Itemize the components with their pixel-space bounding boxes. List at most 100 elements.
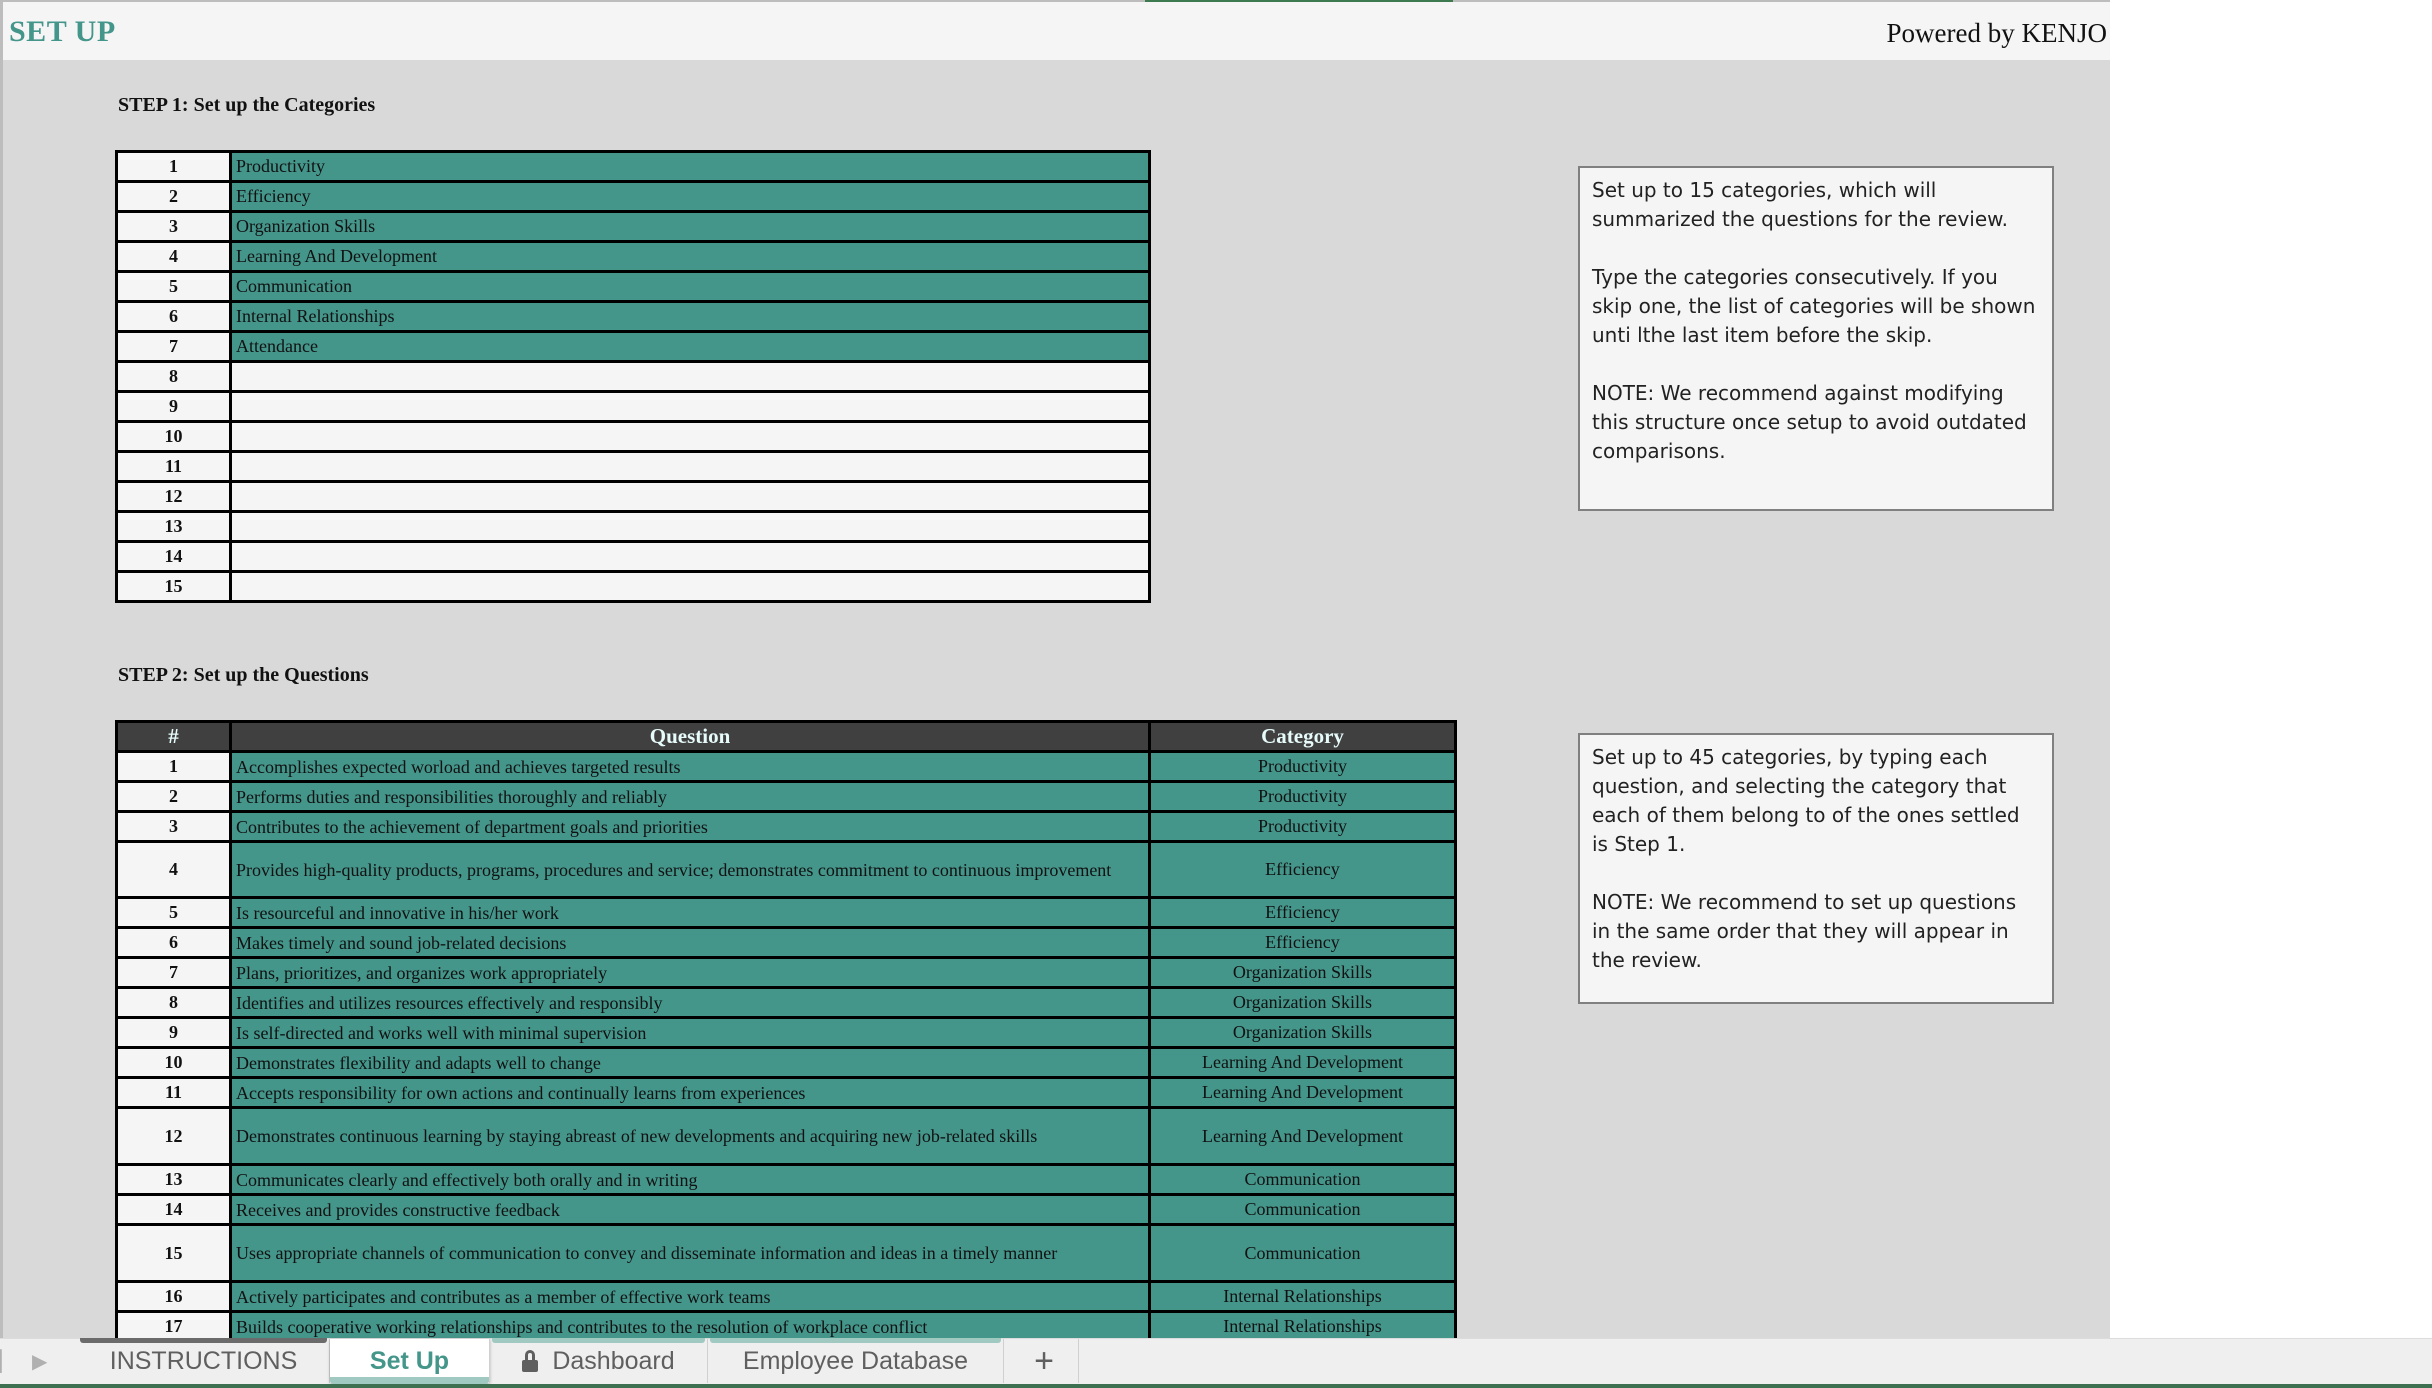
question-text-cell[interactable]: Accepts responsibility for own actions a… — [229, 1076, 1151, 1109]
question-text-cell[interactable]: Builds cooperative working relationships… — [229, 1310, 1151, 1338]
question-category-cell[interactable]: Internal Relationships — [1148, 1280, 1457, 1313]
sheet-tab-instructions[interactable]: INSTRUCTIONS — [78, 1338, 330, 1383]
question-category-cell[interactable]: Learning And Development — [1148, 1076, 1457, 1109]
question-text-cell[interactable]: Accomplishes expected worload and achiev… — [229, 750, 1151, 783]
category-name-cell[interactable] — [229, 480, 1151, 513]
question-number-cell[interactable]: 17 — [115, 1310, 232, 1338]
question-category-cell[interactable]: Communication — [1148, 1223, 1457, 1283]
scroll-tabs-left-icon[interactable]: ▏ — [0, 1349, 15, 1374]
category-name-cell[interactable] — [229, 360, 1151, 393]
spreadsheet-sheet[interactable]: SET UP Powered by KENJO STEP 1: Set up t… — [0, 0, 2110, 1338]
question-text-cell[interactable]: Provides high-quality products, programs… — [229, 840, 1151, 899]
category-name-cell[interactable]: Attendance — [229, 330, 1151, 363]
question-text-cell[interactable]: Uses appropriate channels of communicati… — [229, 1223, 1151, 1283]
category-number-cell[interactable]: 10 — [115, 420, 232, 453]
question-number-cell[interactable]: 12 — [115, 1106, 232, 1166]
category-number-cell[interactable]: 15 — [115, 570, 232, 603]
question-category-cell[interactable]: Communication — [1148, 1193, 1457, 1226]
category-number-cell[interactable]: 11 — [115, 450, 232, 483]
question-category-cell[interactable]: Efficiency — [1148, 840, 1457, 899]
question-text-cell[interactable]: Is self-directed and works well with min… — [229, 1016, 1151, 1049]
question-category-cell[interactable]: Learning And Development — [1148, 1106, 1457, 1166]
question-text-cell[interactable]: Demonstrates flexibility and adapts well… — [229, 1046, 1151, 1079]
question-text-cell[interactable]: Communicates clearly and effectively bot… — [229, 1163, 1151, 1196]
category-name-cell[interactable] — [229, 450, 1151, 483]
question-row: 14 Receives and provides constructive fee… — [115, 1193, 1457, 1226]
question-number-cell[interactable]: 9 — [115, 1016, 232, 1049]
question-number-cell[interactable]: 13 — [115, 1163, 232, 1196]
sheet-tab-dashboard[interactable]: Dashboard — [490, 1338, 708, 1383]
powered-by-label: Powered by KENJO — [1886, 18, 2107, 48]
category-number-cell[interactable]: 1 — [115, 150, 232, 183]
sheet-tab-employee-database[interactable]: Employee Database — [708, 1338, 1004, 1383]
question-number-cell[interactable]: 4 — [115, 840, 232, 899]
category-name-cell[interactable] — [229, 390, 1151, 423]
question-category-cell[interactable]: Organization Skills — [1148, 956, 1457, 989]
question-number-cell[interactable]: 3 — [115, 810, 232, 843]
question-category-cell[interactable]: Learning And Development — [1148, 1046, 1457, 1079]
question-row: 8 Identifies and utilizes resources effec… — [115, 986, 1457, 1019]
category-number-cell[interactable]: 5 — [115, 270, 232, 303]
category-name-cell[interactable] — [229, 420, 1151, 453]
scroll-tabs-right-icon[interactable]: ▶ — [32, 1349, 47, 1374]
step2-note-box: Set up to 45 categories, by typing each … — [1578, 733, 2054, 1004]
question-category-cell[interactable]: Efficiency — [1148, 896, 1457, 929]
category-number-cell[interactable]: 2 — [115, 180, 232, 213]
question-number-cell[interactable]: 15 — [115, 1223, 232, 1283]
question-category-cell[interactable]: Internal Relationships — [1148, 1310, 1457, 1338]
question-category-cell[interactable]: Organization Skills — [1148, 986, 1457, 1019]
question-category-cell[interactable]: Organization Skills — [1148, 1016, 1457, 1049]
category-name-cell[interactable]: Learning And Development — [229, 240, 1151, 273]
category-number-cell[interactable]: 8 — [115, 360, 232, 393]
sheet-tab-set-up[interactable]: Set Up — [330, 1339, 490, 1384]
question-text-cell[interactable]: Makes timely and sound job-related decis… — [229, 926, 1151, 959]
question-category-cell[interactable]: Productivity — [1148, 750, 1457, 783]
category-name-cell[interactable]: Communication — [229, 270, 1151, 303]
question-category-cell[interactable]: Communication — [1148, 1163, 1457, 1196]
category-number-cell[interactable]: 14 — [115, 540, 232, 573]
category-name-cell[interactable] — [229, 510, 1151, 543]
question-number-cell[interactable]: 6 — [115, 926, 232, 959]
category-number-cell[interactable]: 3 — [115, 210, 232, 243]
add-sheet-button[interactable]: + — [1010, 1339, 1079, 1383]
category-name-cell[interactable]: Internal Relationships — [229, 300, 1151, 333]
question-text-cell[interactable]: Performs duties and responsibilities tho… — [229, 780, 1151, 813]
category-number-cell[interactable]: 12 — [115, 480, 232, 513]
question-number-cell[interactable]: 10 — [115, 1046, 232, 1079]
question-number-cell[interactable]: 8 — [115, 986, 232, 1019]
category-number-cell[interactable]: 9 — [115, 390, 232, 423]
question-row: 9 Is self-directed and works well with mi… — [115, 1016, 1457, 1049]
category-number-cell[interactable]: 7 — [115, 330, 232, 363]
question-text-cell[interactable]: Demonstrates continuous learning by stay… — [229, 1106, 1151, 1166]
category-name-cell[interactable] — [229, 540, 1151, 573]
step1-note-line: Set up to 15 categories, which will summ… — [1592, 178, 2009, 231]
step2-note-line: NOTE: We recommend to set up questions i… — [1592, 890, 2017, 972]
question-text-cell[interactable]: Identifies and utilizes resources effect… — [229, 986, 1151, 1019]
category-name-cell[interactable]: Efficiency — [229, 180, 1151, 213]
category-row: 6 Internal Relationships — [115, 300, 1151, 333]
question-number-cell[interactable]: 14 — [115, 1193, 232, 1226]
question-category-cell[interactable]: Productivity — [1148, 780, 1457, 813]
active-tab-indicator — [330, 1377, 489, 1384]
category-number-cell[interactable]: 13 — [115, 510, 232, 543]
question-text-cell[interactable]: Plans, prioritizes, and organizes work a… — [229, 956, 1151, 989]
question-number-cell[interactable]: 7 — [115, 956, 232, 989]
category-name-cell[interactable]: Productivity — [229, 150, 1151, 183]
question-number-cell[interactable]: 1 — [115, 750, 232, 783]
question-text-cell[interactable]: Receives and provides constructive feedb… — [229, 1193, 1151, 1226]
question-row: 5 Is resourceful and innovative in his/he… — [115, 896, 1457, 929]
question-number-cell[interactable]: 16 — [115, 1280, 232, 1313]
category-row: 10 — [115, 420, 1151, 453]
question-text-cell[interactable]: Is resourceful and innovative in his/her… — [229, 896, 1151, 929]
category-name-cell[interactable] — [229, 570, 1151, 603]
question-number-cell[interactable]: 11 — [115, 1076, 232, 1109]
question-text-cell[interactable]: Contributes to the achievement of depart… — [229, 810, 1151, 843]
question-text-cell[interactable]: Actively participates and contributes as… — [229, 1280, 1151, 1313]
category-name-cell[interactable]: Organization Skills — [229, 210, 1151, 243]
question-category-cell[interactable]: Efficiency — [1148, 926, 1457, 959]
question-number-cell[interactable]: 5 — [115, 896, 232, 929]
category-number-cell[interactable]: 6 — [115, 300, 232, 333]
question-number-cell[interactable]: 2 — [115, 780, 232, 813]
category-number-cell[interactable]: 4 — [115, 240, 232, 273]
question-category-cell[interactable]: Productivity — [1148, 810, 1457, 843]
